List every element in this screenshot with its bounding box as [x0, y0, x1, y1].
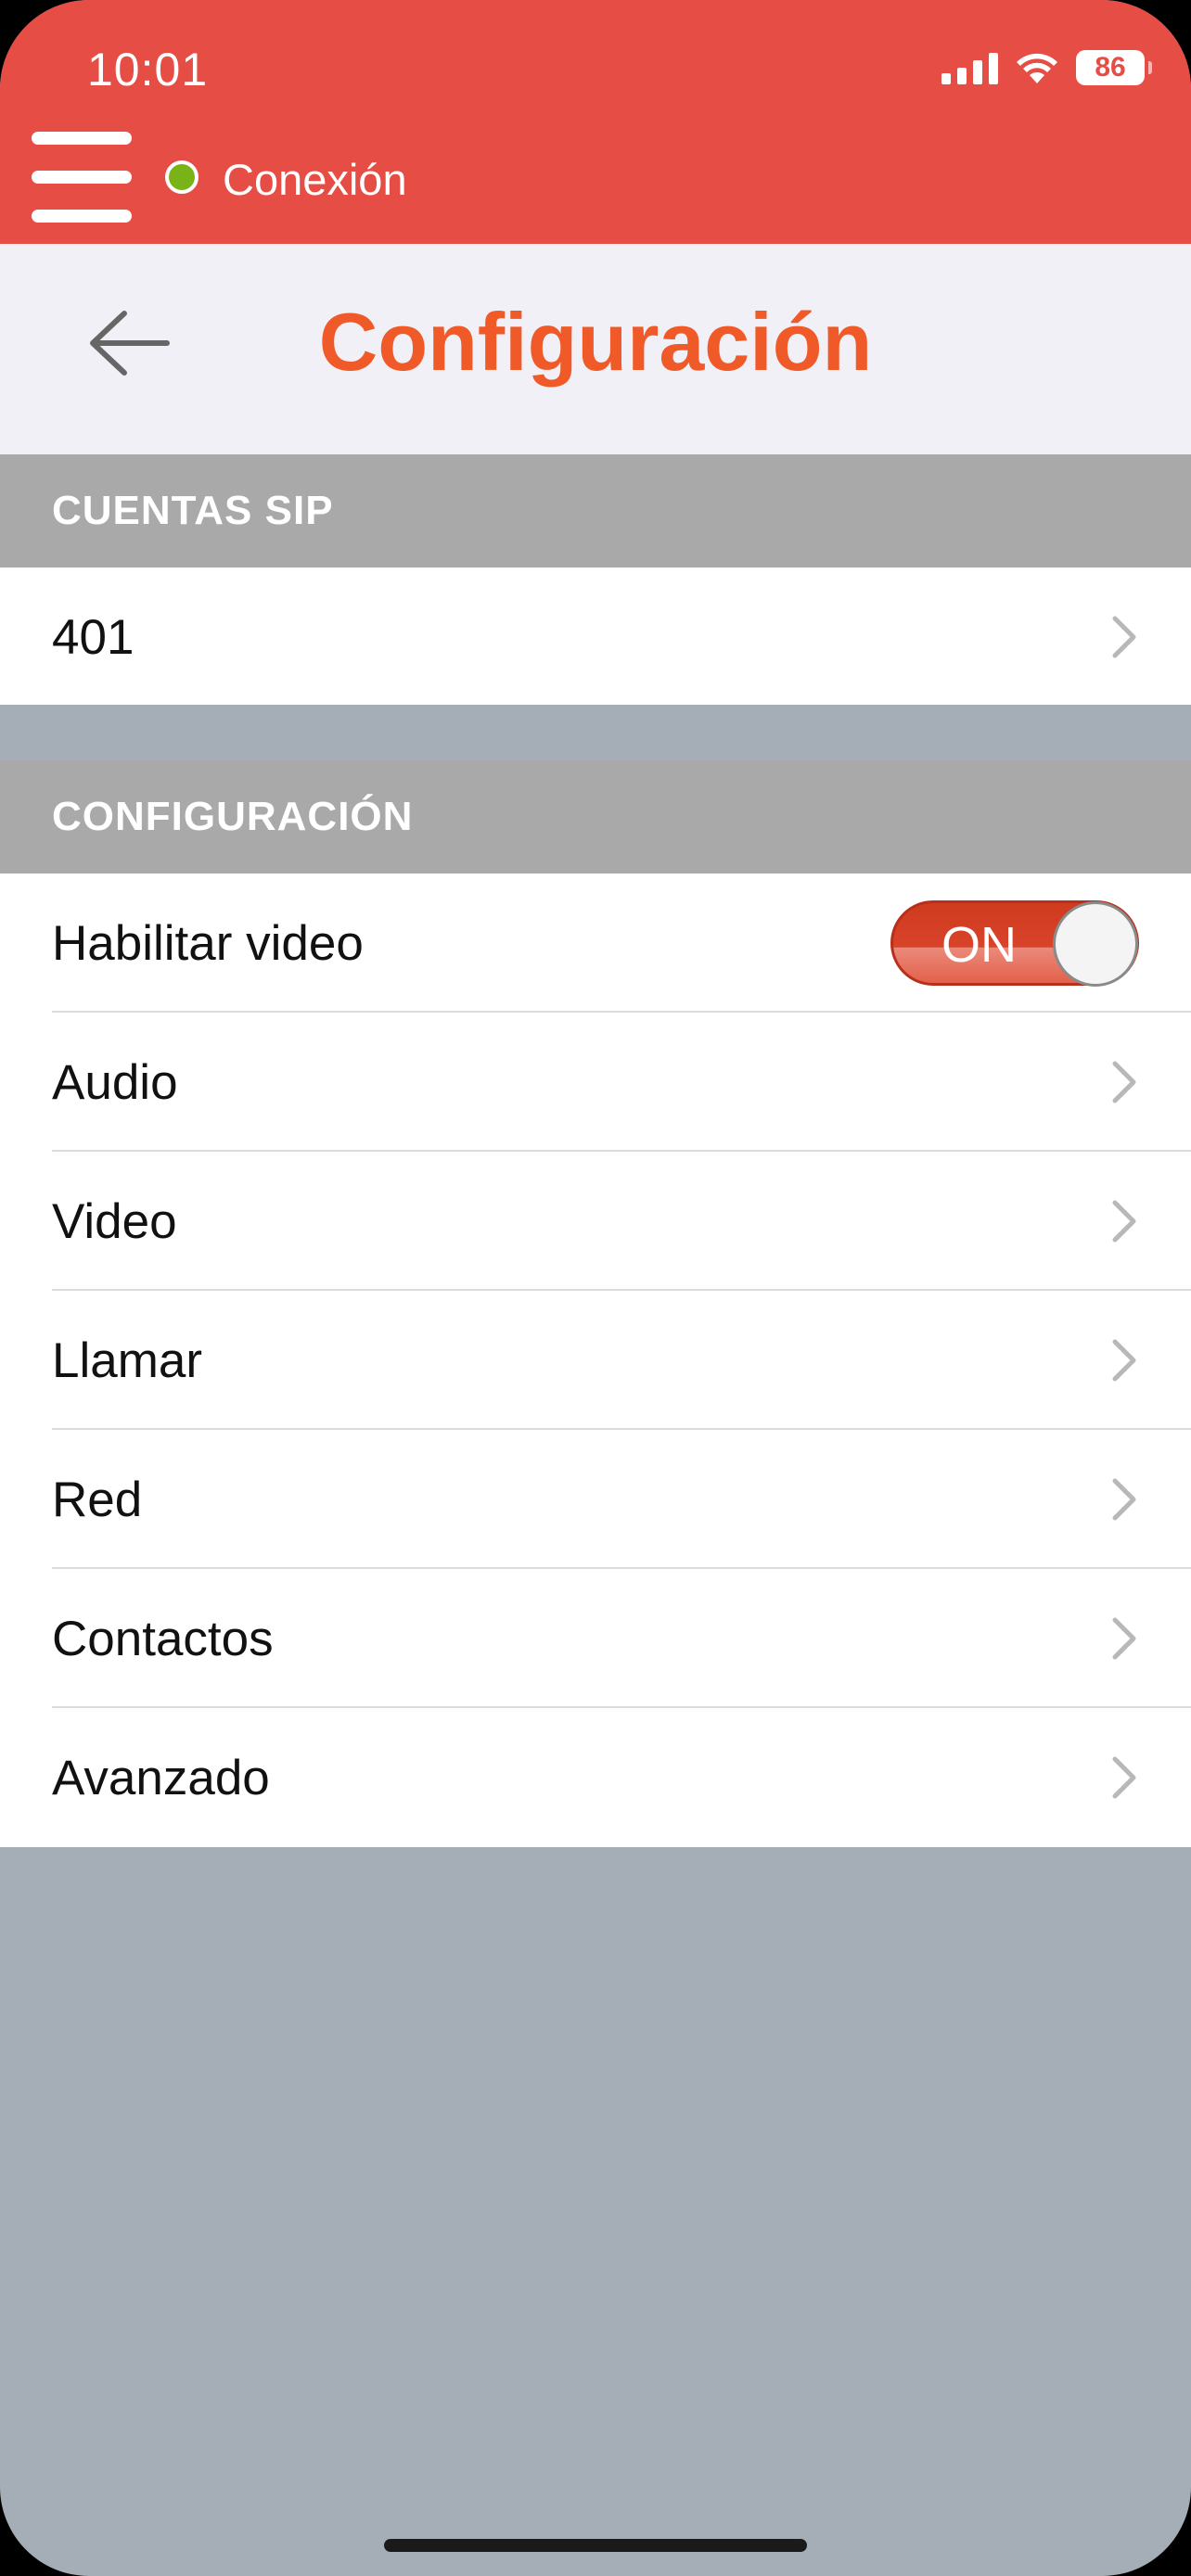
signal-icon — [941, 51, 998, 84]
enable-video-row: Habilitar video ON — [0, 874, 1191, 1013]
page-title: Configuración — [318, 296, 873, 388]
settings-row-advanced[interactable]: Avanzado — [0, 1708, 1191, 1847]
sip-account-row[interactable]: 401 — [0, 567, 1191, 707]
chevron-right-icon — [1112, 616, 1136, 658]
section-header-configuration: CONFIGURACIÓN — [0, 760, 1191, 874]
settings-row-contacts[interactable]: Contactos — [0, 1569, 1191, 1708]
chevron-right-icon — [1112, 1478, 1136, 1521]
settings-row-call[interactable]: Llamar — [0, 1291, 1191, 1430]
chevron-right-icon — [1112, 1061, 1136, 1103]
section-gap — [0, 705, 1191, 760]
settings-row-label: Red — [52, 1472, 143, 1527]
chevron-right-icon — [1112, 1617, 1136, 1660]
hamburger-menu-icon[interactable] — [32, 132, 132, 223]
battery-level: 86 — [1095, 52, 1126, 83]
battery-icon: 86 — [1076, 50, 1152, 85]
status-icons: 86 — [941, 50, 1152, 85]
settings-row-network[interactable]: Red — [0, 1430, 1191, 1569]
app-screen: 10:01 86 Conexión Configuración CUENTAS … — [0, 0, 1191, 2576]
settings-row-audio[interactable]: Audio — [0, 1013, 1191, 1152]
connection-status-dot — [165, 160, 198, 194]
enable-video-toggle[interactable]: ON — [890, 900, 1139, 987]
settings-row-video[interactable]: Video — [0, 1152, 1191, 1291]
chevron-right-icon — [1112, 1339, 1136, 1382]
enable-video-label: Habilitar video — [52, 915, 364, 971]
settings-row-label: Avanzado — [52, 1750, 270, 1805]
chevron-right-icon — [1112, 1200, 1136, 1243]
toggle-state-label: ON — [941, 917, 1017, 973]
connection-label: Conexión — [223, 155, 407, 204]
section-header-sip-accounts: CUENTAS SIP — [0, 454, 1191, 567]
settings-row-label: Llamar — [52, 1333, 203, 1388]
home-indicator[interactable] — [384, 2539, 807, 2552]
status-time: 10:01 — [87, 44, 209, 96]
chevron-right-icon — [1112, 1756, 1136, 1799]
settings-row-label: Video — [52, 1193, 177, 1249]
top-bar: 10:01 86 Conexión — [0, 0, 1191, 244]
wifi-icon — [1017, 53, 1057, 83]
toggle-knob — [1053, 901, 1138, 987]
sip-account-label: 401 — [52, 609, 134, 665]
settings-row-label: Audio — [52, 1054, 178, 1110]
settings-row-label: Contactos — [52, 1611, 274, 1666]
